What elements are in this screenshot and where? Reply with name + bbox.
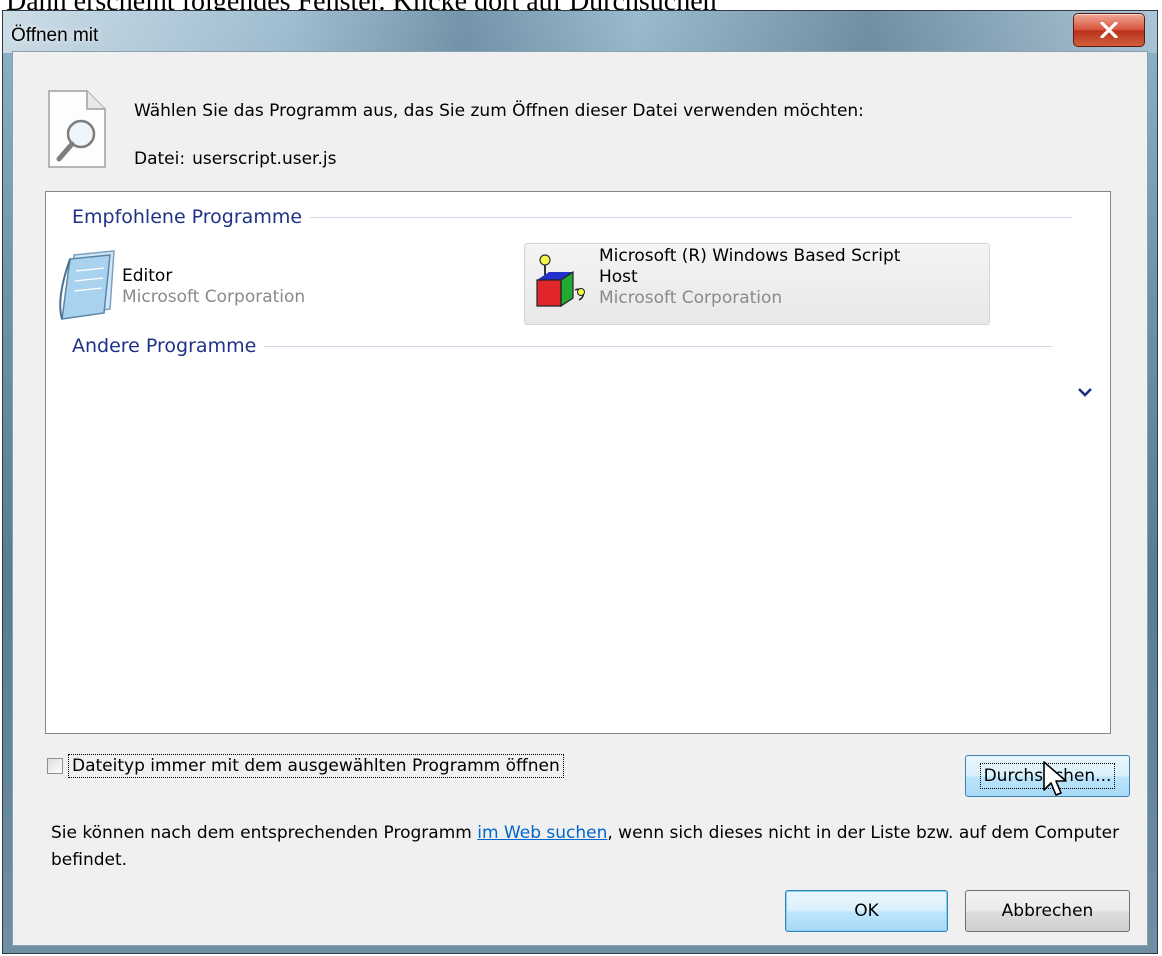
script-host-icon <box>531 250 591 322</box>
web-search-link[interactable]: im Web suchen <box>477 823 607 843</box>
open-with-window: Öffnen mit Wählen Sie das Programm aus, … <box>2 10 1158 954</box>
chevron-down-icon[interactable] <box>1078 382 1092 401</box>
file-search-icon <box>47 89 107 173</box>
program-item-editor[interactable]: Editor Microsoft Corporation <box>54 249 454 329</box>
recommended-programs-title: Empfohlene Programme <box>72 206 303 228</box>
window-title: Öffnen mit <box>11 25 99 46</box>
always-use-checkbox[interactable] <box>47 758 63 774</box>
header-divider <box>310 216 1073 218</box>
ok-button[interactable]: OK <box>785 890 948 932</box>
info-text-before: Sie können nach dem entsprechenden Progr… <box>51 823 478 843</box>
file-name: userscript.user.js <box>192 149 337 169</box>
program-item-script-host[interactable]: Microsoft (R) Windows Based Script Host … <box>524 243 990 325</box>
title-bar[interactable]: Öffnen mit <box>3 11 1157 53</box>
program-company: Microsoft Corporation <box>599 288 783 308</box>
file-label: Datei: <box>134 149 186 169</box>
close-icon <box>1100 22 1118 38</box>
program-name-line2: Host <box>599 267 638 287</box>
notepad-icon <box>54 249 116 325</box>
close-button[interactable] <box>1073 13 1145 47</box>
header-divider <box>264 345 1053 347</box>
dialog-client-area: Wählen Sie das Programm aus, das Sie zum… <box>12 51 1148 946</box>
always-use-label[interactable]: Dateityp immer mit dem ausgewählten Prog… <box>68 754 564 778</box>
file-info: Datei: userscript.user.js <box>134 149 336 169</box>
mouse-cursor-icon <box>1042 760 1070 802</box>
recommended-programs-header: Empfohlene Programme <box>72 206 1073 228</box>
program-company: Microsoft Corporation <box>122 287 306 307</box>
cancel-button[interactable]: Abbrechen <box>965 890 1130 932</box>
program-list[interactable]: Empfohlene Programme Editor Microsoft Co… <box>45 191 1111 734</box>
other-programs-header[interactable]: Andere Programme <box>72 335 1053 357</box>
program-name-line1: Microsoft (R) Windows Based Script <box>599 246 901 266</box>
program-name: Editor <box>122 266 173 286</box>
dialog-prompt: Wählen Sie das Programm aus, das Sie zum… <box>134 101 864 121</box>
info-text: Sie können nach dem entsprechenden Progr… <box>51 820 1131 874</box>
other-programs-title: Andere Programme <box>72 335 257 357</box>
always-use-option[interactable]: Dateityp immer mit dem ausgewählten Prog… <box>47 754 564 778</box>
